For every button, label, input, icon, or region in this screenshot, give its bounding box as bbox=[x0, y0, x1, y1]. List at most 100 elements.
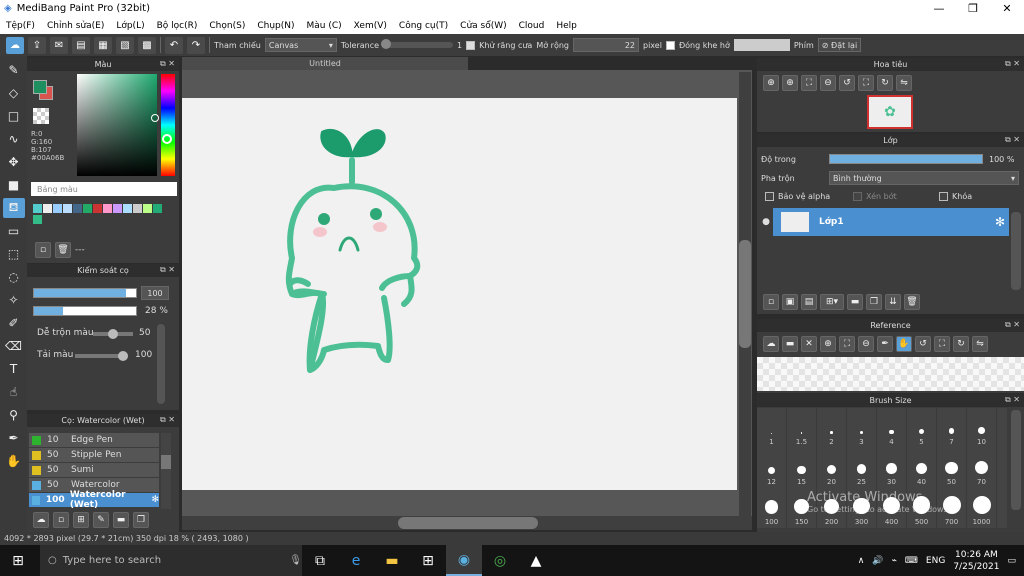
brush-size-option[interactable]: 1.5 bbox=[787, 408, 817, 448]
grid-icon[interactable]: ▩ bbox=[138, 36, 156, 54]
brush-size-scrollbar[interactable] bbox=[1011, 410, 1021, 510]
visibility-icon[interactable]: ● bbox=[759, 217, 773, 227]
cloud-icon[interactable]: ☁ bbox=[6, 36, 24, 54]
close-gap-field[interactable] bbox=[733, 39, 790, 51]
zoom-in-alt-icon[interactable]: ⊕ bbox=[782, 75, 798, 91]
duplicate-icon[interactable]: ❐ bbox=[133, 512, 149, 528]
select-eraser-icon[interactable]: ⌫ bbox=[3, 336, 25, 356]
brush-size-option[interactable]: 15 bbox=[787, 448, 817, 488]
canvas-hscrollbar[interactable] bbox=[182, 516, 752, 530]
brush-item[interactable]: 50 Stipple Pen bbox=[29, 448, 159, 463]
add-layer-menu-icon[interactable]: ⊞▾ bbox=[820, 294, 844, 310]
brush-size-option[interactable]: 300 bbox=[847, 488, 877, 528]
swatch[interactable] bbox=[53, 204, 62, 213]
pen-icon[interactable]: ✒ bbox=[3, 428, 25, 448]
swatch[interactable] bbox=[33, 214, 42, 224]
panel-close-icon[interactable]: ⧉ ✕ bbox=[1005, 59, 1020, 69]
blend-slider[interactable] bbox=[93, 329, 133, 339]
add-brush-icon[interactable]: ⊞ bbox=[73, 512, 89, 528]
clock[interactable]: 10:26 AM 7/25/2021 bbox=[953, 549, 999, 573]
canvas-vscrollbar[interactable] bbox=[739, 72, 751, 518]
navigator-thumbnail[interactable]: ✿ bbox=[867, 95, 913, 129]
chat-icon[interactable]: ▤ bbox=[72, 36, 90, 54]
swatch[interactable] bbox=[43, 204, 52, 213]
chrome-icon[interactable]: ◎ bbox=[482, 545, 518, 576]
zoom-out-icon[interactable]: ⊖ bbox=[858, 336, 874, 352]
hue-strip[interactable] bbox=[161, 74, 175, 176]
tolerance-handle[interactable] bbox=[381, 39, 392, 49]
select-pen-icon[interactable]: ✐ bbox=[3, 313, 25, 333]
brush-size-option[interactable]: 700 bbox=[937, 488, 967, 528]
gear-icon[interactable]: ✻ bbox=[995, 215, 1005, 229]
operation-icon[interactable]: ☝ bbox=[3, 382, 25, 402]
reload-handle[interactable] bbox=[118, 351, 128, 361]
protect-alpha-option[interactable]: Bảo vệ alpha bbox=[765, 192, 830, 201]
new-8bit-layer-icon[interactable]: ▤ bbox=[801, 294, 817, 310]
panel-close-icon[interactable]: ⧉ ✕ bbox=[1005, 135, 1020, 145]
brush-size-option[interactable]: 2 bbox=[817, 408, 847, 448]
gradient-icon[interactable]: ▭ bbox=[3, 221, 25, 241]
reference-select[interactable]: Canvas ▾ bbox=[264, 38, 337, 52]
swatch[interactable] bbox=[103, 204, 112, 213]
reload-slider[interactable] bbox=[75, 351, 128, 361]
reference-canvas[interactable] bbox=[757, 357, 1024, 391]
menu-layer[interactable]: Lớp(L) bbox=[110, 21, 150, 31]
duplicate-layer-icon[interactable]: ❐ bbox=[866, 294, 882, 310]
brush-size-option[interactable]: 150 bbox=[787, 488, 817, 528]
new-layer-icon[interactable]: ▫ bbox=[763, 294, 779, 310]
brush-size-option[interactable]: 50 bbox=[937, 448, 967, 488]
cloud-brush-icon[interactable]: ☁ bbox=[33, 512, 49, 528]
brush-size-option[interactable]: 7 bbox=[937, 408, 967, 448]
cloud-download-icon[interactable]: ☁ bbox=[763, 336, 779, 352]
brush-size-option[interactable]: 100 bbox=[757, 488, 787, 528]
eyedropper-icon[interactable]: ⚲ bbox=[3, 405, 25, 425]
menu-window[interactable]: Cửa sổ(W) bbox=[454, 21, 512, 31]
menu-edit[interactable]: Chỉnh sửa(E) bbox=[41, 21, 110, 31]
close-gap-checkbox[interactable] bbox=[665, 40, 675, 50]
move-icon[interactable]: ✥ bbox=[3, 152, 25, 172]
layer-opacity-slider[interactable] bbox=[829, 154, 983, 164]
menu-cloud[interactable]: Cloud bbox=[513, 21, 551, 31]
swatch[interactable] bbox=[133, 204, 142, 213]
open-folder-icon[interactable]: ▬ bbox=[782, 336, 798, 352]
notification-icon[interactable]: ▭ bbox=[1007, 556, 1016, 566]
menu-color[interactable]: Màu (C) bbox=[301, 21, 348, 31]
lasso-icon[interactable]: ◌ bbox=[3, 267, 25, 287]
flip-icon[interactable]: ⇋ bbox=[972, 336, 988, 352]
gear-icon[interactable]: ✻ bbox=[151, 495, 159, 505]
bucket-icon[interactable]: ⛾ bbox=[2, 198, 25, 218]
new-halftone-layer-icon[interactable]: ▣ bbox=[782, 294, 798, 310]
microphone-icon[interactable]: 🎙 bbox=[289, 555, 302, 566]
primary-color-swatch[interactable] bbox=[33, 80, 47, 94]
swatch[interactable] bbox=[153, 204, 162, 213]
document-tab[interactable]: Untitled bbox=[182, 57, 468, 70]
brush-opacity-slider[interactable] bbox=[33, 306, 137, 316]
swatch[interactable] bbox=[33, 204, 42, 213]
antialias-checkbox[interactable] bbox=[466, 40, 476, 50]
eraser-icon[interactable]: ◇ bbox=[3, 83, 25, 103]
ime-icon[interactable]: ⌨ bbox=[905, 556, 918, 566]
brush-icon[interactable]: ✎ bbox=[3, 60, 25, 80]
zoom-in-icon[interactable]: ⊕ bbox=[763, 75, 779, 91]
close-ref-icon[interactable]: ✕ bbox=[801, 336, 817, 352]
fit-icon[interactable]: ⛶ bbox=[839, 336, 855, 352]
pages-icon[interactable]: ▧ bbox=[116, 36, 134, 54]
comment-icon[interactable]: ✉ bbox=[50, 36, 68, 54]
fit-icon[interactable]: ⛶ bbox=[801, 75, 817, 91]
zoom-in-icon[interactable]: ⊕ bbox=[820, 336, 836, 352]
brush-size-slider[interactable] bbox=[33, 288, 137, 298]
select-rect-icon[interactable]: ⬚ bbox=[3, 244, 25, 264]
file-explorer-icon[interactable]: ▬ bbox=[374, 545, 410, 576]
menu-select[interactable]: Chọn(S) bbox=[203, 21, 251, 31]
scroll-thumb[interactable] bbox=[739, 240, 751, 348]
lock-checkbox[interactable] bbox=[939, 192, 948, 201]
reset-button[interactable]: ⊘ Đặt lại bbox=[817, 38, 862, 52]
canvas-paper[interactable] bbox=[182, 98, 737, 490]
rotate-right-icon[interactable]: ↻ bbox=[953, 336, 969, 352]
layer-item-selected[interactable]: Lớp1 ✻ bbox=[773, 208, 1009, 236]
blend-handle[interactable] bbox=[108, 329, 118, 339]
menu-snap[interactable]: Chụp(N) bbox=[251, 21, 300, 31]
panel-close-icon[interactable]: ⧉ ✕ bbox=[160, 415, 175, 425]
delete-palette-icon[interactable]: 🗑 bbox=[55, 242, 71, 258]
language-indicator[interactable]: ENG bbox=[926, 556, 945, 566]
